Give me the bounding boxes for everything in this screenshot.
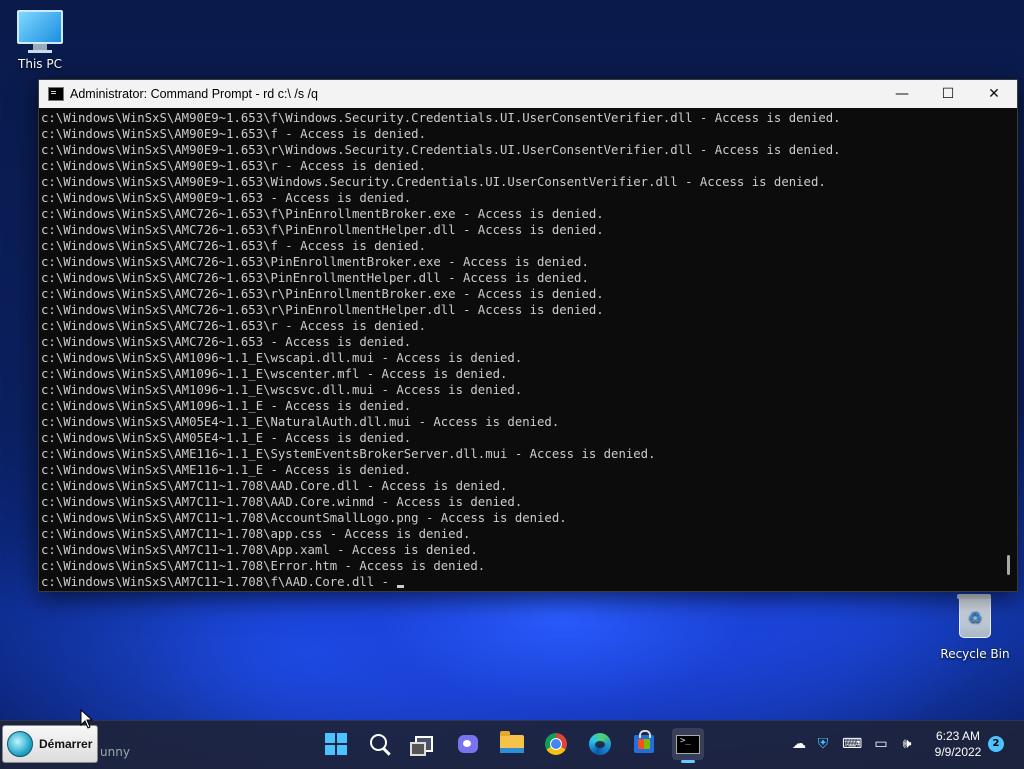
console-line: c:\Windows\WinSxS\AM1096~1.1_E - Access …	[41, 399, 412, 413]
command-prompt-taskbar-icon[interactable]	[672, 728, 704, 760]
console-output[interactable]: c:\Windows\WinSxS\AM90E9~1.653\f\Windows…	[39, 108, 999, 591]
console-line: c:\Windows\WinSxS\AMC726~1.653\f\PinEnro…	[41, 207, 604, 221]
security-shield-icon[interactable]: ⛨	[814, 736, 832, 752]
chat-icon[interactable]	[452, 728, 484, 760]
command-prompt-window[interactable]: Administrator: Command Prompt - rd c:\ /…	[38, 79, 1018, 592]
task-view-icon[interactable]	[408, 728, 440, 760]
scrollbar-thumb[interactable]	[1007, 555, 1010, 575]
console-line: c:\Windows\WinSxS\AM7C11~1.708\AAD.Core.…	[41, 479, 508, 493]
console-line: c:\Windows\WinSxS\AM05E4~1.1_E\NaturalAu…	[41, 415, 560, 429]
taskbar-partial-label: unny	[100, 745, 130, 759]
recycle-bin-label: Recycle Bin	[940, 647, 1010, 661]
console-current-line: c:\Windows\WinSxS\AM7C11~1.708\f\AAD.Cor…	[41, 574, 999, 590]
console-current-text: c:\Windows\WinSxS\AM7C11~1.708\f\AAD.Cor…	[41, 575, 397, 589]
window-title: Administrator: Command Prompt - rd c:\ /…	[70, 87, 318, 101]
this-pc-desktop-icon[interactable]: This PC	[0, 10, 80, 71]
console-line: c:\Windows\WinSxS\AMC726~1.653\r - Acces…	[41, 319, 426, 333]
windows-start-icon[interactable]	[320, 728, 352, 760]
recycle-bin-desktop-icon[interactable]: ♻ Recycle Bin	[935, 594, 1015, 661]
keyboard-icon[interactable]: ⌨	[842, 736, 862, 752]
console-line: c:\Windows\WinSxS\AM1096~1.1_E\wscapi.dl…	[41, 351, 523, 365]
clock[interactable]: 6:23 AM 9/9/2022	[924, 728, 992, 760]
console-line: c:\Windows\WinSxS\AM1096~1.1_E\wscsvc.dl…	[41, 383, 523, 397]
console-line: c:\Windows\WinSxS\AMC726~1.653\f\PinEnro…	[41, 223, 604, 237]
network-icon[interactable]: ▭	[872, 736, 890, 752]
console-line: c:\Windows\WinSxS\AMC726~1.653\f - Acces…	[41, 239, 426, 253]
close-button[interactable]: ✕	[971, 80, 1017, 108]
window-titlebar[interactable]: Administrator: Command Prompt - rd c:\ /…	[39, 80, 1017, 108]
console-line: c:\Windows\WinSxS\AMC726~1.653\r\PinEnro…	[41, 287, 604, 301]
console-line: c:\Windows\WinSxS\AM90E9~1.653 - Access …	[41, 191, 412, 205]
active-app-indicator	[681, 760, 695, 763]
store-icon[interactable]	[628, 728, 660, 760]
console-line: c:\Windows\WinSxS\AM7C11~1.708\Error.htm…	[41, 559, 486, 573]
vertical-scrollbar[interactable]	[999, 108, 1017, 591]
recycle-bin-icon: ♻	[957, 594, 991, 638]
shell-logo-icon	[7, 731, 33, 757]
console-line: c:\Windows\WinSxS\AMC726~1.653\r\PinEnro…	[41, 303, 604, 317]
mouse-pointer-icon	[80, 709, 94, 729]
console-line: c:\Windows\WinSxS\AMC726~1.653\PinEnroll…	[41, 271, 589, 285]
classic-start-button[interactable]: Démarrer	[2, 725, 98, 763]
search-icon[interactable]	[364, 728, 396, 760]
command-prompt-icon	[48, 87, 64, 101]
console-line: c:\Windows\WinSxS\AM7C11~1.708\AAD.Core.…	[41, 495, 523, 509]
console-line: c:\Windows\WinSxS\AM7C11~1.708\app.css -…	[41, 527, 471, 541]
console-line: c:\Windows\WinSxS\AM1096~1.1_E\wscenter.…	[41, 367, 508, 381]
console-line: c:\Windows\WinSxS\AME116~1.1_E\SystemEve…	[41, 447, 656, 461]
console-line: c:\Windows\WinSxS\AMC726~1.653\PinEnroll…	[41, 255, 589, 269]
console-line: c:\Windows\WinSxS\AME116~1.1_E - Access …	[41, 463, 412, 477]
console-line: c:\Windows\WinSxS\AM90E9~1.653\r - Acces…	[41, 159, 426, 173]
console-line: c:\Windows\WinSxS\AM90E9~1.653\r\Windows…	[41, 143, 841, 157]
console-line: c:\Windows\WinSxS\AM7C11~1.708\App.xaml …	[41, 543, 478, 557]
clock-time: 6:23 AM	[935, 729, 981, 743]
start-button-label: Démarrer	[39, 737, 93, 751]
volume-icon[interactable]: 🕪	[898, 736, 916, 752]
console-line: c:\Windows\WinSxS\AM7C11~1.708\AccountSm…	[41, 511, 567, 525]
maximize-button[interactable]: ☐	[925, 80, 971, 108]
console-line: c:\Windows\WinSxS\AM90E9~1.653\f\Windows…	[41, 111, 841, 125]
console-line: c:\Windows\WinSxS\AM90E9~1.653\Windows.S…	[41, 175, 826, 189]
clock-date: 9/9/2022	[934, 745, 982, 759]
this-pc-label: This PC	[18, 57, 62, 71]
console-line: c:\Windows\WinSxS\AM90E9~1.653\f - Acces…	[41, 127, 426, 141]
notification-badge[interactable]: 2	[988, 736, 1004, 752]
chrome-icon[interactable]	[540, 728, 572, 760]
text-cursor	[397, 585, 405, 588]
file-explorer-icon[interactable]	[496, 728, 528, 760]
computer-icon	[17, 10, 63, 44]
cloud-offline-icon[interactable]: ☁	[790, 736, 808, 752]
console-line: c:\Windows\WinSxS\AM05E4~1.1_E - Access …	[41, 431, 412, 445]
minimize-button[interactable]: —	[879, 80, 925, 108]
edge-icon[interactable]	[584, 728, 616, 760]
console-line: c:\Windows\WinSxS\AMC726~1.653 - Access …	[41, 335, 412, 349]
